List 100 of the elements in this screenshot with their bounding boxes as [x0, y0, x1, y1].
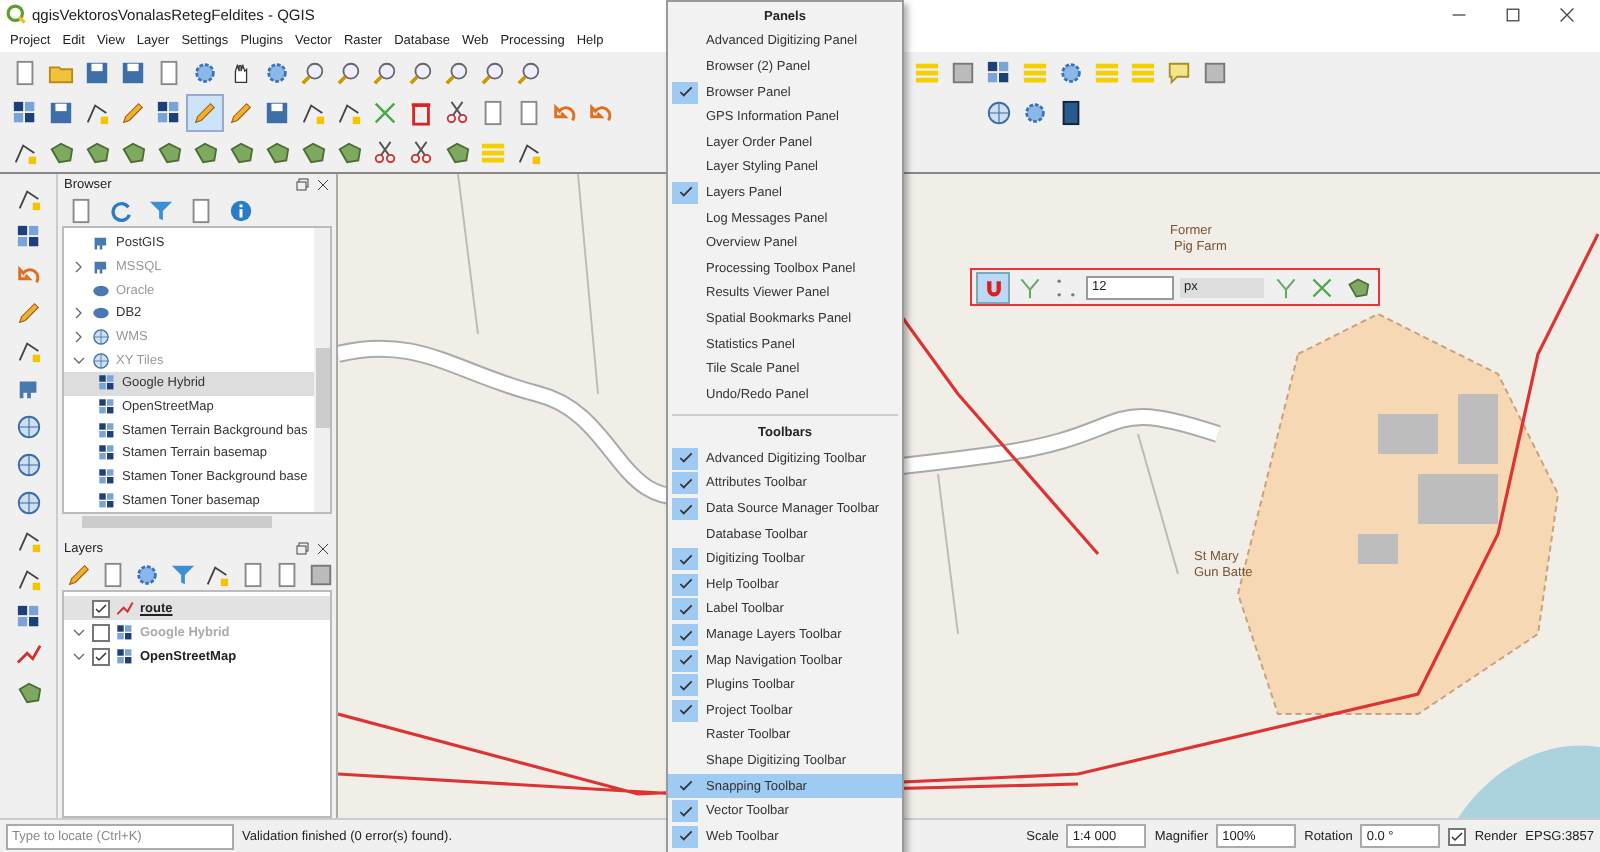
grid-icon [116, 623, 134, 641]
checkbox[interactable] [92, 599, 110, 617]
check-icon [677, 84, 693, 101]
scrollbar[interactable] [314, 228, 330, 512]
grid-icon [98, 444, 116, 463]
building [1358, 534, 1398, 564]
globe-icon [92, 328, 110, 347]
chevron-right-icon[interactable] [72, 330, 86, 345]
square-icon [950, 59, 976, 85]
scissors-icon [444, 99, 470, 125]
bars-icon [1022, 59, 1048, 85]
magnifier-icon [408, 59, 434, 85]
speech-bubble-icon [1166, 59, 1192, 85]
pencil-icon [228, 99, 254, 125]
check-icon [1450, 829, 1465, 843]
polygon-icon [444, 139, 470, 165]
cross-icon [1309, 275, 1333, 299]
polygon-icon [300, 139, 326, 165]
page-icon [156, 59, 182, 85]
gear-icon [1058, 59, 1084, 85]
vertex-icon [1017, 275, 1041, 299]
grid-icon [15, 224, 41, 250]
nodes-icon [15, 186, 41, 212]
polygon-icon [1345, 275, 1369, 299]
pencil-icon [120, 99, 146, 125]
vertex-icon [1273, 275, 1297, 299]
nodes-icon [15, 338, 41, 364]
nodes-icon [15, 528, 41, 554]
globe-icon [92, 351, 110, 370]
undo-icon [588, 99, 614, 125]
polygon-icon [336, 139, 362, 165]
magnifier-icon [336, 59, 362, 85]
dots-icon [1053, 275, 1077, 299]
polygon-icon [156, 139, 182, 165]
globe-icon [15, 414, 41, 440]
square-icon [308, 562, 335, 588]
float-icon[interactable] [296, 542, 310, 556]
page-icon [480, 99, 506, 125]
close-icon[interactable] [316, 542, 330, 556]
square-icon [1202, 59, 1228, 85]
check-icon [94, 649, 108, 663]
logo-icon [6, 4, 26, 24]
polygon-icon [120, 139, 146, 165]
chevron-down-icon[interactable] [72, 353, 86, 368]
nodes-icon [15, 566, 41, 592]
grid-icon [98, 374, 116, 393]
globe-icon [15, 490, 41, 516]
gear-icon [264, 59, 290, 85]
magnifier-icon [516, 59, 542, 85]
close-icon[interactable] [1558, 5, 1576, 23]
building [1418, 474, 1498, 524]
scissors-icon [408, 139, 434, 165]
gear-icon [1022, 99, 1048, 125]
chevron-right-icon[interactable] [72, 260, 86, 274]
water-area [1458, 745, 1600, 818]
snapping-toggle-button[interactable] [978, 273, 1008, 301]
gear-icon [134, 562, 161, 588]
float-icon[interactable] [296, 178, 310, 192]
polygon-icon [264, 139, 290, 165]
grid-icon [12, 99, 38, 125]
avoid-overlap-button[interactable] [1342, 273, 1372, 301]
nodes-icon [516, 139, 542, 165]
grid-icon [98, 468, 116, 487]
check-icon [94, 601, 108, 615]
page-icon [516, 99, 542, 125]
pencil-icon [15, 300, 41, 326]
line-layer-icon [15, 642, 41, 668]
info-icon [228, 198, 254, 224]
close-icon[interactable] [316, 178, 330, 192]
bars-icon [480, 139, 506, 165]
scissors-icon [372, 139, 398, 165]
grid-icon [986, 59, 1012, 85]
bars-icon [1130, 59, 1156, 85]
gear-icon [192, 59, 218, 85]
page-icon [12, 59, 38, 85]
building [1458, 394, 1498, 464]
magnifier-icon [372, 59, 398, 85]
refresh-icon [108, 198, 134, 224]
undo-icon [552, 99, 578, 125]
grid-icon [98, 421, 116, 440]
chevron-right-icon[interactable] [72, 306, 86, 321]
checkbox[interactable] [92, 623, 110, 641]
render-checkbox[interactable] [1448, 827, 1467, 845]
bars-icon [914, 59, 940, 85]
bars-icon [1094, 59, 1120, 85]
checkbox[interactable] [92, 647, 110, 665]
polygon-icon [192, 139, 218, 165]
grid-icon [156, 99, 182, 125]
grid-icon [98, 398, 116, 417]
polygon-icon [15, 680, 41, 706]
cross-icon [372, 99, 398, 125]
maximize-icon[interactable] [1504, 5, 1522, 23]
globe-icon [986, 99, 1012, 125]
nodes-icon [300, 99, 326, 125]
book-icon [1058, 99, 1084, 125]
polygon-icon [228, 139, 254, 165]
line-layer-icon [116, 599, 134, 617]
nodes-icon [84, 99, 110, 125]
globe-icon [15, 452, 41, 478]
building [1378, 414, 1438, 454]
